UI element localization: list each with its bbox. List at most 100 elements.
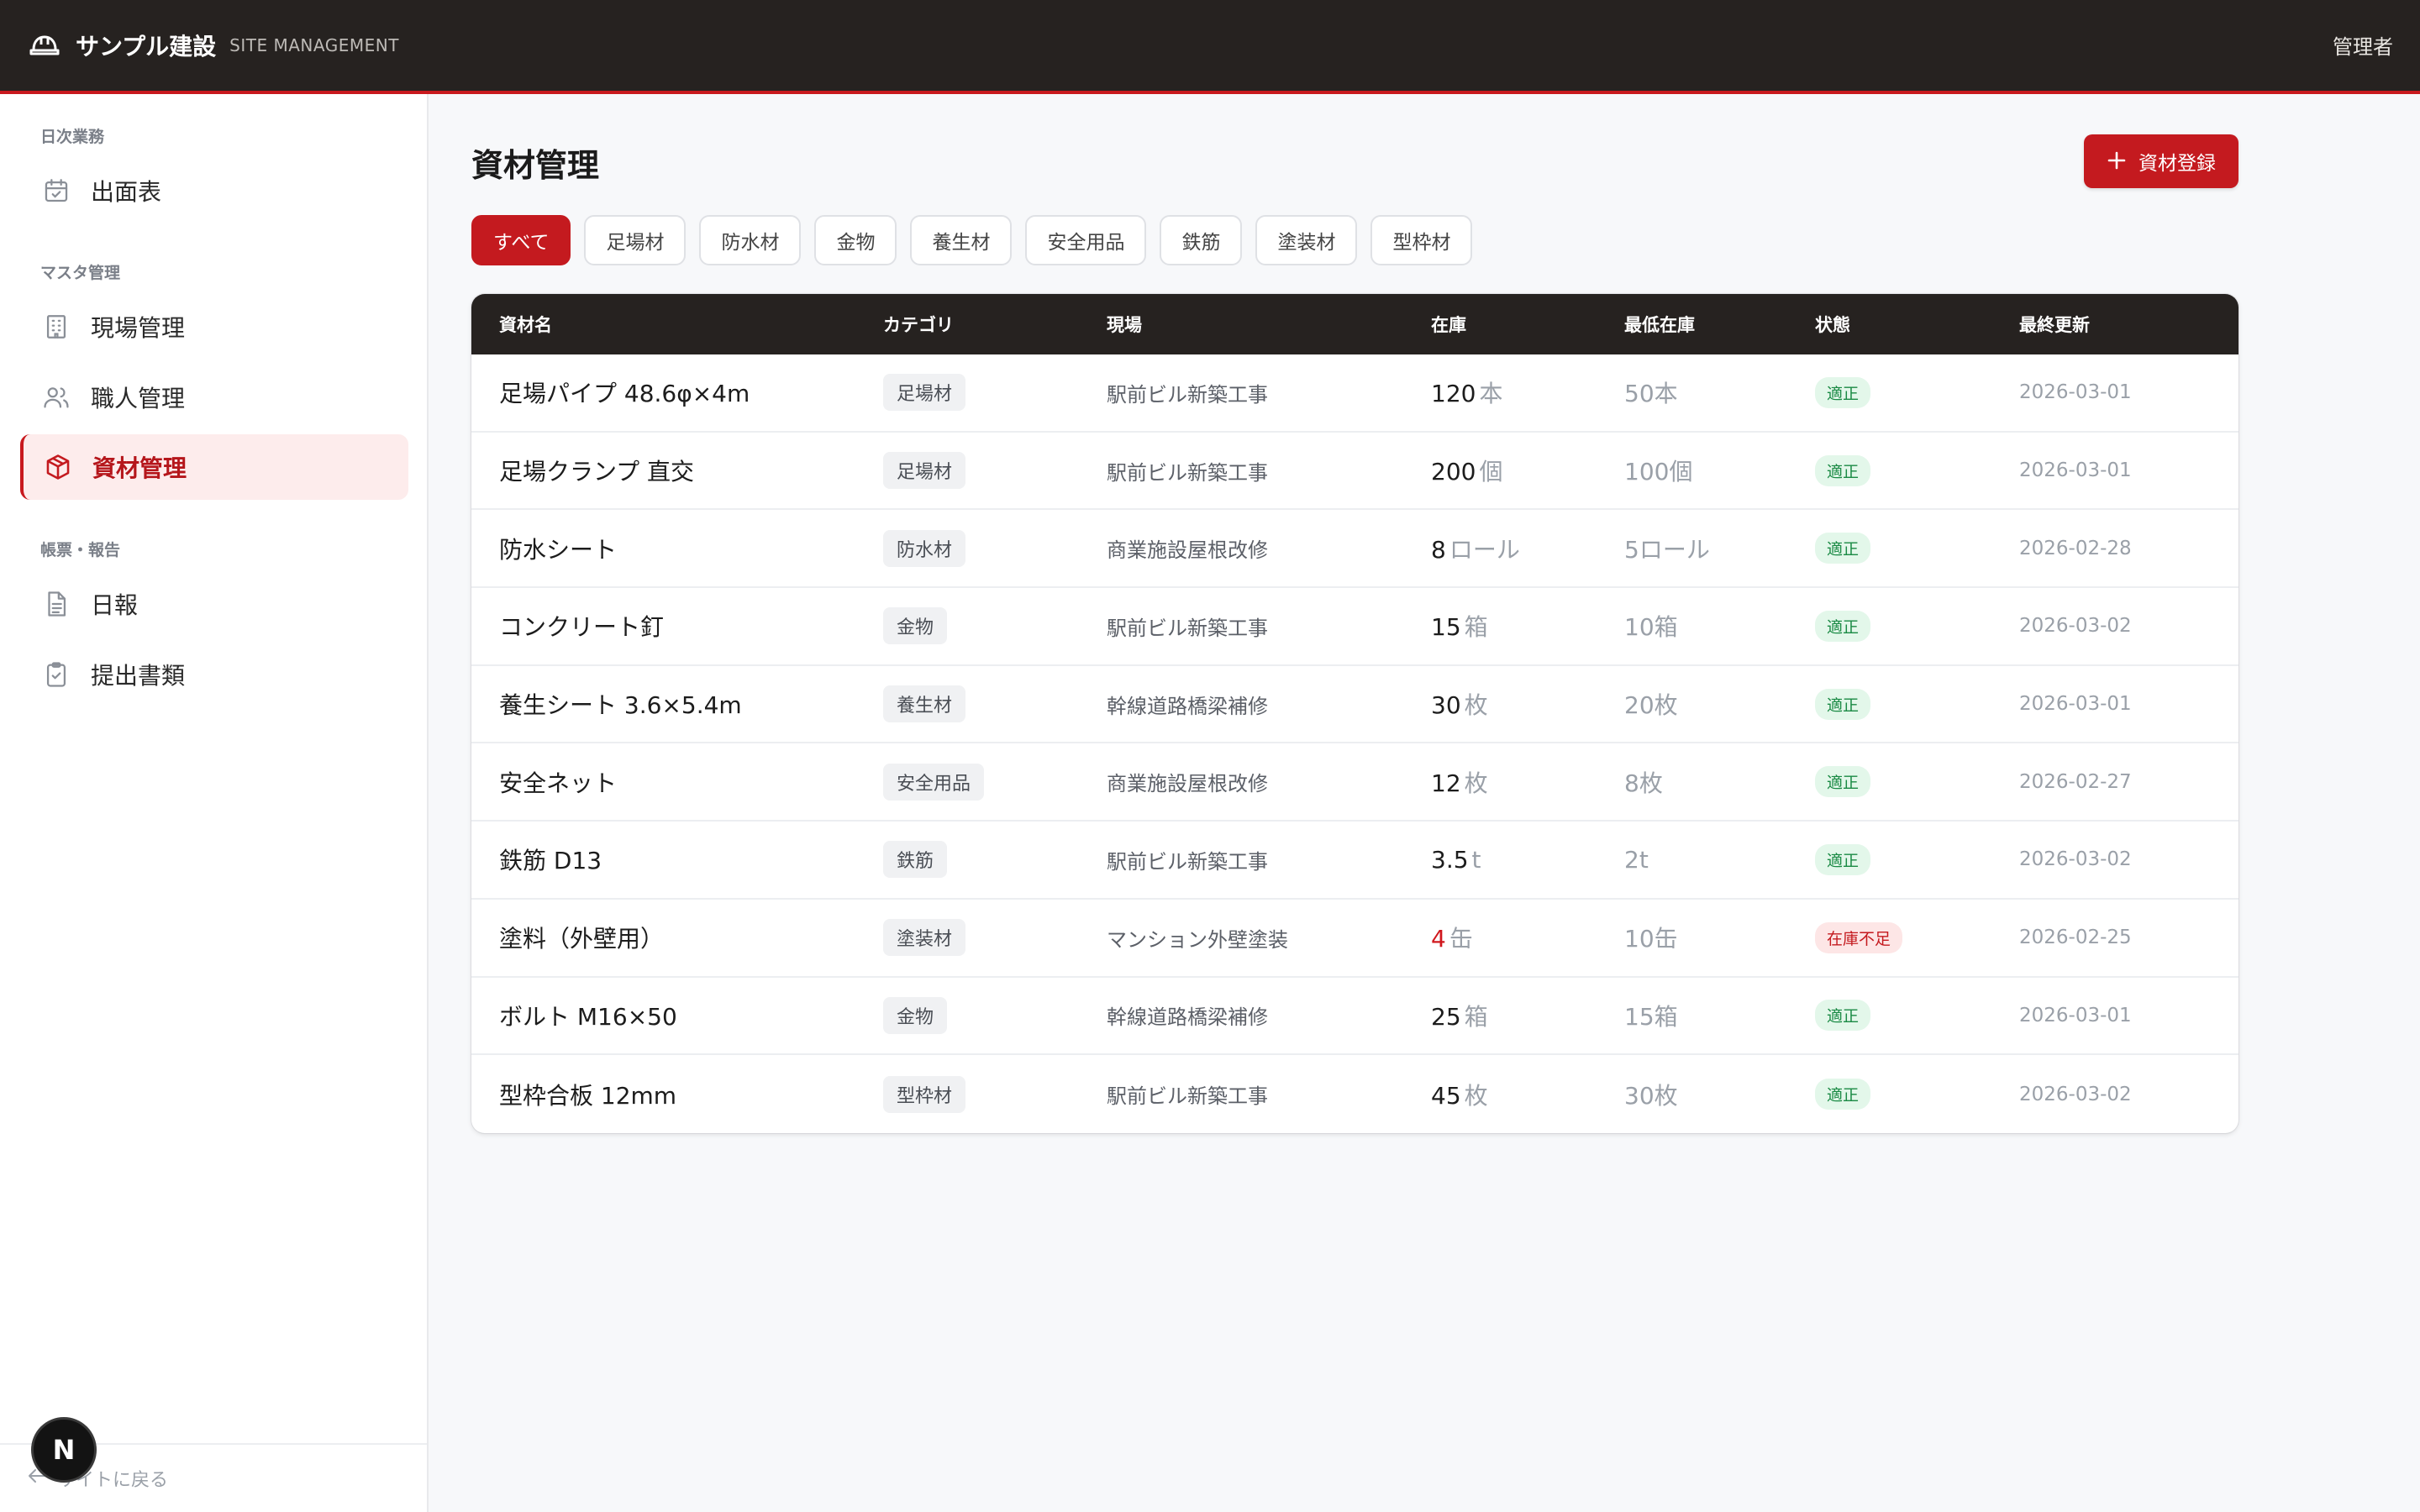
stock-value: 120 [1431,380,1476,408]
status-badge: 適正 [1815,454,1871,486]
filter-safety[interactable]: 安全用品 [1025,215,1147,265]
stock-value: 8 [1431,535,1446,564]
material-name[interactable]: 型枠合板 12mm [471,1078,883,1111]
column-header-name[interactable]: 資材名 [471,312,883,337]
column-header-site[interactable]: 現場 [1107,312,1431,337]
filter-rebar[interactable]: 鉄筋 [1160,215,1243,265]
updated-date: 2026-02-25 [2019,927,2132,949]
min-stock: 10箱 [1624,613,1678,642]
table-row[interactable]: 防水シート 防水材 商業施設屋根改修 8 ロール 5ロール 適正 2026-02-28 [471,510,2238,589]
site-name: 商業施設屋根改修 [1107,772,1268,796]
hard-hat-icon [29,29,60,61]
stock-unit: 本 [1479,380,1503,408]
category-tag: 型枠材 [883,1075,966,1113]
material-name[interactable]: 安全ネット [471,765,883,799]
table-body: 足場パイプ 48.6φ×4m 足場材 駅前ビル新築工事 120 本 50本 適正 2026-0… [471,354,2238,1133]
category-filter-bar: すべて 足場材 防水材 金物 養生材 安全用品 鉄筋 塗装材 型枠材 [471,215,1473,265]
sidebar-item-label: 提出書類 [91,662,186,690]
table-row[interactable]: 安全ネット 安全用品 商業施設屋根改修 12 枚 8枚 適正 2026-02-27 [471,743,2238,822]
material-name[interactable]: コンクリート釘 [471,609,883,643]
updated-date: 2026-03-01 [2019,1004,2132,1026]
user-name[interactable]: 管理者 [2333,30,2393,60]
column-header-status[interactable]: 状態 [1815,312,2019,337]
stock-value: 200 [1431,458,1476,486]
updated-date: 2026-03-01 [2019,459,2132,482]
section-label-master: マスタ管理 [40,264,121,282]
min-stock: 8枚 [1624,769,1663,797]
min-stock: 2t [1624,845,1649,874]
filter-all[interactable]: すべて [471,215,571,265]
sidebar-item-workers[interactable]: 職人管理 [20,365,408,430]
min-stock: 30枚 [1624,1081,1678,1110]
stock-cell: 12 枚 [1431,765,1624,799]
status-badge: 適正 [1815,843,1871,875]
sidebar-item-attendance[interactable]: 出面表 [20,158,408,223]
table-row[interactable]: 養生シート 3.6×5.4m 養生材 幹線道路橋梁補修 30 枚 20枚 適正 2026-03… [471,666,2238,744]
category-tag: 足場材 [883,452,966,490]
material-name[interactable]: ボルト M16×50 [471,999,883,1032]
stock-unit: 枚 [1464,691,1488,720]
add-material-button[interactable]: 資材登録 [2084,134,2238,188]
status-badge: 在庫不足 [1815,921,1903,953]
table-row[interactable]: 足場パイプ 48.6φ×4m 足場材 駅前ビル新築工事 120 本 50本 適正 2026-0… [471,354,2238,433]
table-row[interactable]: 型枠合板 12mm 型枠材 駅前ビル新築工事 45 枚 30枚 適正 2026-03-02 [471,1055,2238,1133]
stock-value: 4 [1431,925,1446,953]
min-stock: 5ロール [1624,535,1710,564]
plus-icon [2107,148,2127,175]
material-name[interactable]: 塗料（外壁用） [471,921,883,954]
sidebar-item-label: 職人管理 [91,385,186,412]
filter-curing[interactable]: 養生材 [910,215,1013,265]
status-badge: 適正 [1815,533,1871,564]
column-header-stock[interactable]: 在庫 [1431,312,1624,337]
status-badge: 適正 [1815,610,1871,642]
material-name[interactable]: 養生シート 3.6×5.4m [471,687,883,721]
table-row[interactable]: ボルト M16×50 金物 幹線道路橋梁補修 25 箱 15箱 適正 2026-03-01 [471,978,2238,1056]
updated-date: 2026-03-01 [2019,381,2132,404]
material-name[interactable]: 防水シート [471,532,883,565]
table-row[interactable]: 鉄筋 D13 鉄筋 駅前ビル新築工事 3.5 t 2t 適正 2026-03-02 [471,822,2238,900]
sidebar-item-documents[interactable]: 提出書類 [20,642,408,707]
table-row[interactable]: コンクリート釘 金物 駅前ビル新築工事 15 箱 10箱 適正 2026-03-02 [471,588,2238,666]
stock-cell: 30 枚 [1431,687,1624,721]
brand-name[interactable]: サンプル建設 [76,29,216,62]
filter-hardware[interactable]: 金物 [814,215,897,265]
filter-waterproofing[interactable]: 防水材 [699,215,802,265]
sidebar-item-daily-report[interactable]: 日報 [20,571,408,637]
dev-tools-badge[interactable]: N [31,1417,97,1483]
min-stock: 50本 [1624,380,1678,408]
status-badge: 適正 [1815,1079,1871,1110]
filter-paint[interactable]: 塗装材 [1255,215,1358,265]
stock-cell: 200 個 [1431,454,1624,487]
add-material-label: 資材登録 [2139,153,2216,175]
site-name: 駅前ビル新築工事 [1107,382,1268,407]
top-bar: サンプル建設 SITE MANAGEMENT 管理者 [0,0,2420,94]
filter-formwork[interactable]: 型枠材 [1370,215,1473,265]
material-name[interactable]: 足場クランプ 直交 [471,454,883,487]
sidebar-item-sites[interactable]: 現場管理 [20,294,408,360]
material-name[interactable]: 鉄筋 D13 [471,843,883,876]
section-label-reports: 帳票・報告 [40,541,121,559]
stock-unit: 枚 [1464,1081,1488,1110]
stock-unit: 箱 [1464,1002,1488,1031]
column-header-updated[interactable]: 最終更新 [2019,312,2229,337]
stock-value: 15 [1431,613,1461,642]
table-row[interactable]: 足場クランプ 直交 足場材 駅前ビル新築工事 200 個 100個 適正 2026-03-01 [471,433,2238,511]
updated-date: 2026-03-02 [2019,1083,2132,1105]
column-header-min-stock[interactable]: 最低在庫 [1624,312,1815,337]
column-header-category[interactable]: カテゴリ [883,312,1107,337]
calendar-check-icon [40,175,72,207]
stock-cell: 15 箱 [1431,609,1624,643]
stock-unit: 枚 [1464,769,1488,797]
filter-scaffolding[interactable]: 足場材 [584,215,687,265]
category-tag: 安全用品 [883,763,985,801]
min-stock: 15箱 [1624,1002,1678,1031]
site-name: 幹線道路橋梁補修 [1107,1005,1268,1030]
status-badge: 適正 [1815,688,1871,720]
material-name[interactable]: 足場パイプ 48.6φ×4m [471,375,883,409]
site-name: 幹線道路橋梁補修 [1107,694,1268,718]
min-stock: 100個 [1624,458,1693,486]
sidebar-item-materials[interactable]: 資材管理 [20,434,408,500]
site-name: 駅前ビル新築工事 [1107,616,1268,640]
category-tag: 養生材 [883,685,966,723]
table-row[interactable]: 塗料（外壁用） 塗装材 マンション外壁塗装 4 缶 10缶 在庫不足 2026-02-25 [471,900,2238,978]
